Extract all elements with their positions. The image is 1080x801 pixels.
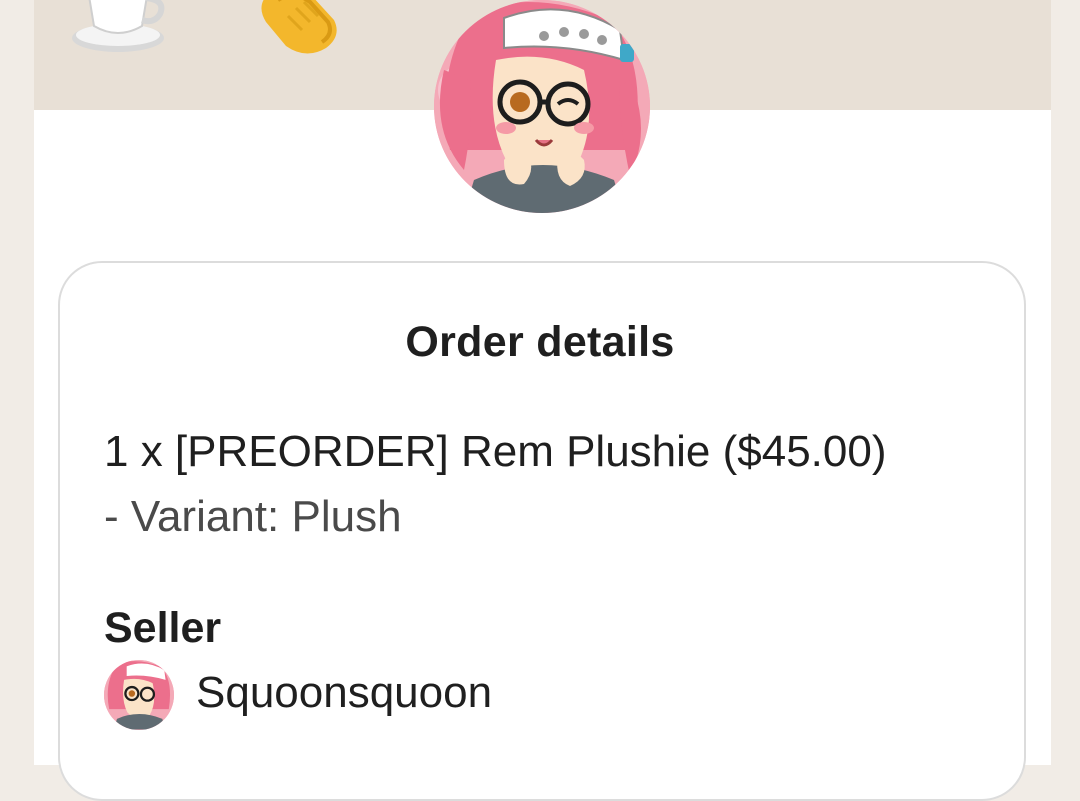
clapping-hands-icon <box>261 0 337 54</box>
order-details-title: Order details <box>405 318 675 366</box>
order-item-line: 1 x [PREORDER] Rem Plushie ($45.00) <box>104 427 887 476</box>
seller-name-link[interactable]: Squoonsquoon <box>196 665 492 721</box>
seller-avatar-small[interactable] <box>104 660 174 730</box>
coffee-cup-icon <box>72 0 165 52</box>
order-item-variant: - Variant: Plush <box>104 492 402 541</box>
seller-avatar-large <box>434 0 650 213</box>
seller-heading: Seller <box>104 604 222 652</box>
